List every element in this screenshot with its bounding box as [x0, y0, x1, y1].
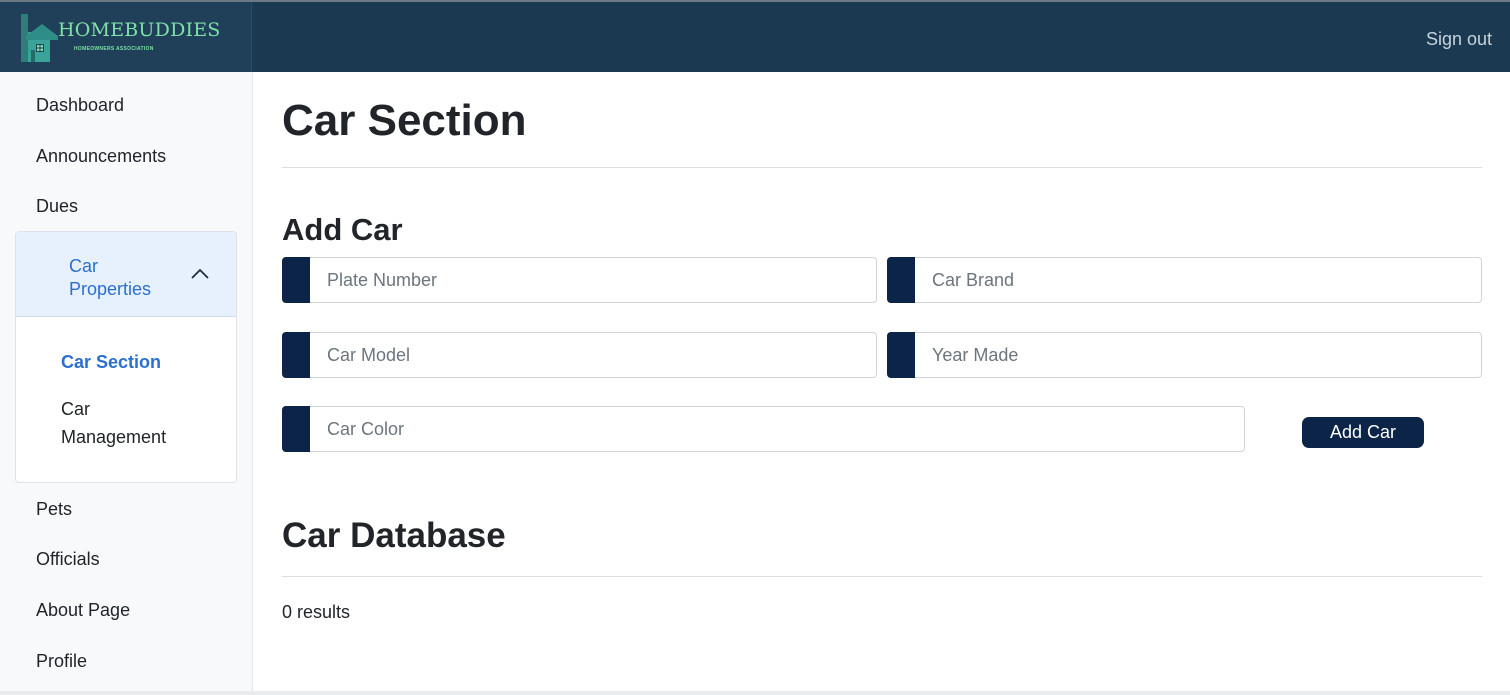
input-prefix [887, 257, 915, 303]
sign-out-link[interactable]: Sign out [1426, 29, 1492, 50]
brand-logo[interactable]: HOMEBUDDIES HOMEOWNERS ASSOCIATION [0, 2, 252, 72]
sidebar-item-car-section[interactable]: Car Section [61, 348, 161, 376]
sidebar-item-officials[interactable]: Officials [36, 549, 100, 570]
brand-title: HOMEBUDDIES [58, 19, 221, 41]
sidebar: Dashboard Announcements Dues Car Propert… [0, 72, 253, 695]
chevron-up-icon [191, 268, 209, 279]
sidebar-item-profile[interactable]: Profile [36, 651, 87, 672]
car-brand-field [887, 257, 1482, 303]
car-model-field [282, 332, 877, 378]
car-color-input[interactable] [311, 407, 1244, 451]
plate-number-field [282, 257, 877, 303]
car-model-input[interactable] [311, 333, 876, 377]
add-car-heading: Add Car [282, 212, 403, 247]
input-prefix [282, 332, 310, 378]
sidebar-item-dashboard[interactable]: Dashboard [36, 95, 124, 116]
sidebar-group-label: Car Properties [69, 256, 152, 299]
sidebar-group-car-properties: Car Properties Car Section Car Managemen… [15, 231, 237, 483]
sidebar-item-car-management[interactable]: Car Management [61, 395, 191, 451]
sidebar-item-pets[interactable]: Pets [36, 499, 72, 520]
input-prefix [282, 257, 310, 303]
car-color-field [282, 406, 1245, 452]
database-divider [282, 576, 1482, 577]
brand-subtitle: HOMEOWNERS ASSOCIATION [74, 46, 154, 52]
car-brand-input[interactable] [916, 258, 1481, 302]
add-car-button[interactable]: Add Car [1302, 417, 1424, 448]
car-database-heading: Car Database [282, 516, 506, 555]
sidebar-group-header[interactable]: Car Properties [16, 232, 236, 317]
results-count: 0 results [282, 602, 351, 622]
year-made-input[interactable] [916, 333, 1481, 377]
sidebar-item-announcements[interactable]: Announcements [36, 146, 166, 167]
top-navbar: HOMEBUDDIES HOMEOWNERS ASSOCIATION Sign … [0, 0, 1510, 72]
house-buildings-icon [21, 14, 58, 62]
horizontal-scrollbar[interactable] [0, 691, 1510, 695]
title-divider [282, 167, 1482, 168]
year-made-field [887, 332, 1482, 378]
plate-number-input[interactable] [311, 258, 876, 302]
sidebar-item-dues[interactable]: Dues [36, 196, 78, 217]
page-title: Car Section [282, 96, 527, 145]
sidebar-item-about-page[interactable]: About Page [36, 600, 130, 621]
input-prefix [282, 406, 310, 452]
input-prefix [887, 332, 915, 378]
